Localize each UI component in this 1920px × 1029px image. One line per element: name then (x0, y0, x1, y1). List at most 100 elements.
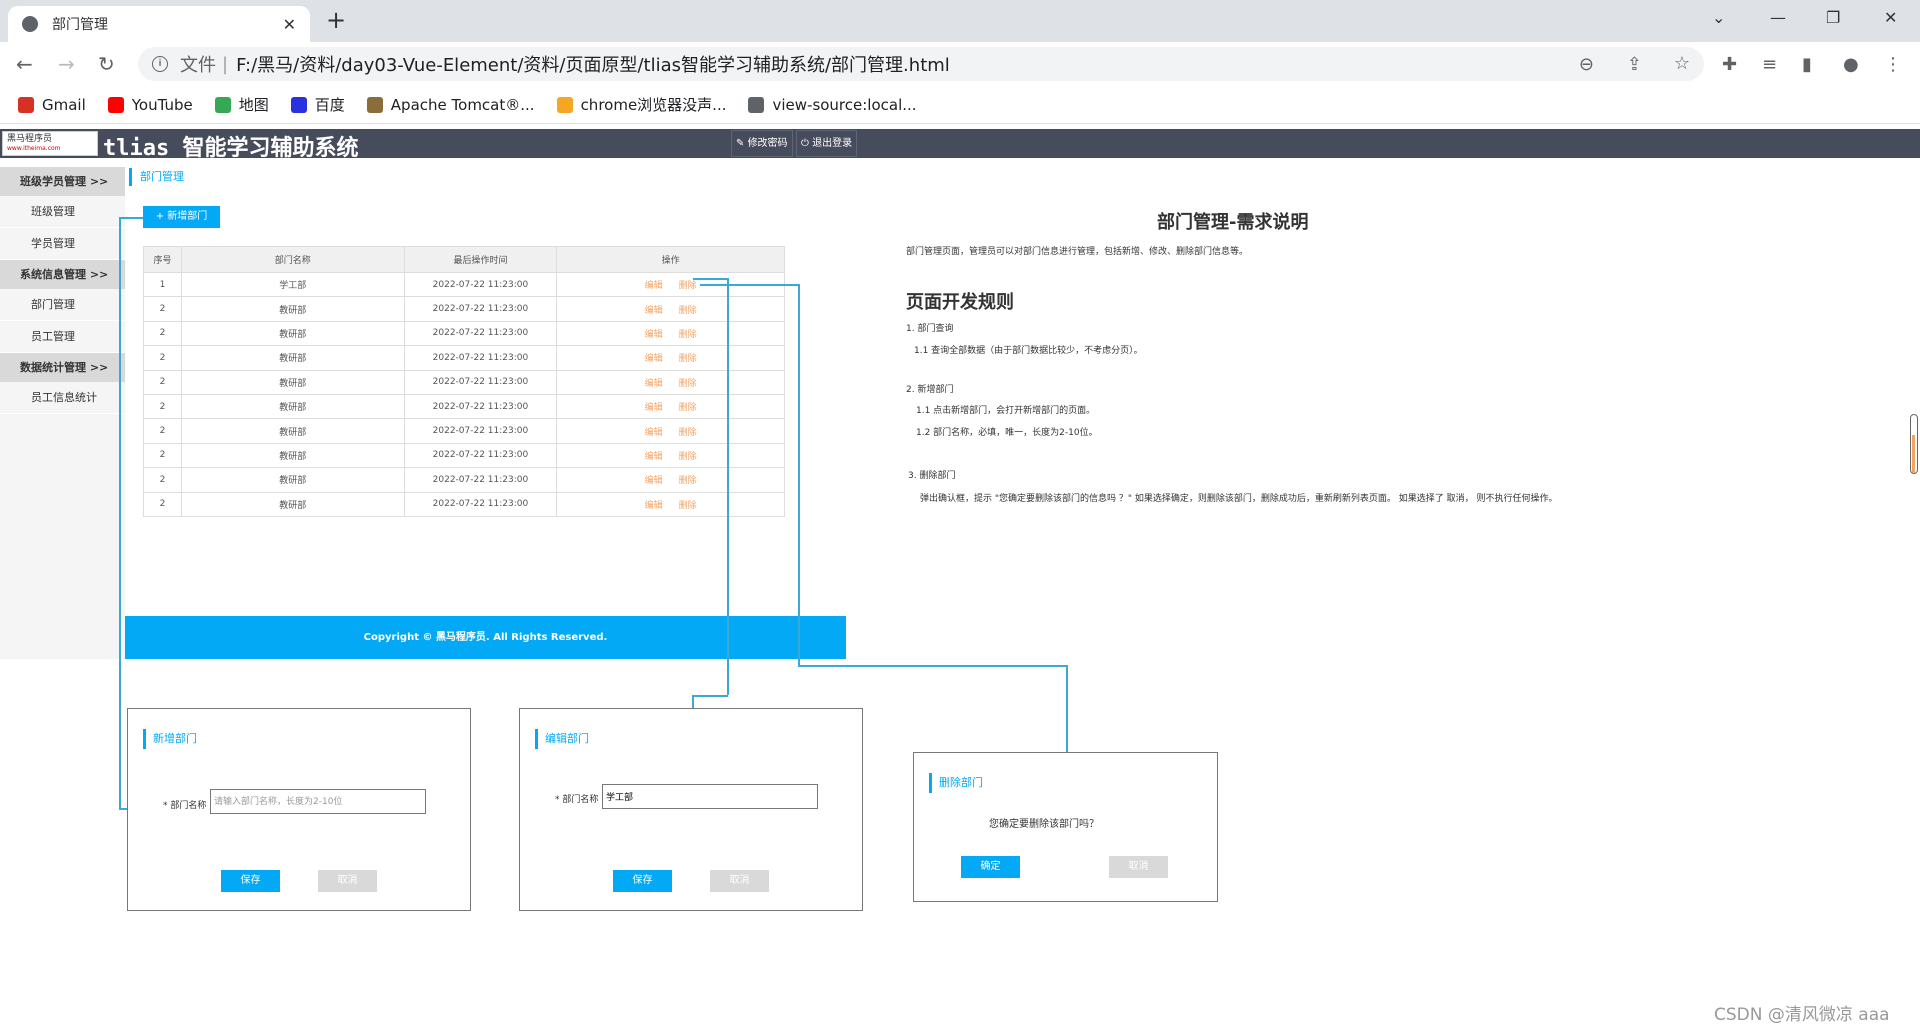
bookmark-item[interactable]: 地图 (214, 94, 269, 115)
table-cell: 教研部 (180, 491, 405, 517)
edit-link[interactable]: 编辑 (645, 452, 663, 462)
cancel-button[interactable]: 取消 (1109, 856, 1168, 878)
connector-line (119, 217, 121, 808)
extensions-icon[interactable]: ✚ (1722, 54, 1737, 75)
doc-line: 1.2 部门名称，必填，唯一，长度为2-10位。 (916, 428, 1098, 438)
close-tab-icon[interactable]: ✕ (283, 15, 296, 34)
restore-icon[interactable]: ❐ (1826, 8, 1840, 27)
logout-button[interactable]: ⏻ 退出登录 (796, 130, 858, 157)
footer: Copyright © 黑马程序员. All Rights Reserved. (125, 616, 846, 659)
sidebar-item[interactable]: 班级管理 (0, 196, 125, 228)
bookmark-icon (290, 96, 307, 113)
bookmark-icon (366, 96, 383, 113)
actions-cell: 编辑 删除 (556, 491, 785, 517)
minimize-icon[interactable]: — (1770, 8, 1786, 27)
field-label: * 部门名称 (555, 795, 599, 805)
forward-icon[interactable]: → (58, 52, 75, 76)
bookmarks-bar: Gmail YouTube 地图 百度 Apache Tomcat®... chrome浏… (0, 86, 1920, 124)
bookmark-label: 百度 (314, 96, 345, 114)
edit-link[interactable]: 编辑 (645, 379, 663, 389)
confirm-button[interactable]: 确定 (961, 856, 1020, 878)
delete-link[interactable]: 删除 (679, 379, 697, 389)
back-icon[interactable]: ← (16, 52, 33, 76)
zoom-icon[interactable]: ⊖ (1579, 54, 1594, 75)
bookmark-label: 地图 (238, 96, 269, 114)
delete-link[interactable]: 删除 (679, 501, 697, 511)
close-window-icon[interactable]: ✕ (1884, 8, 1897, 27)
media-icon[interactable]: ≡ (1762, 54, 1777, 75)
edit-link[interactable]: 编辑 (645, 306, 663, 316)
change-password-button[interactable]: ✎ 修改密码 (731, 130, 793, 157)
bookmark-item[interactable]: Apache Tomcat®... (366, 96, 535, 114)
delete-link[interactable]: 删除 (679, 476, 697, 486)
menu-icon[interactable]: ⋮ (1884, 54, 1902, 75)
table-row: 2 教研部 2022-07-22 11:23:00 编辑 删除 (143, 345, 785, 371)
delete-link[interactable]: 删除 (679, 306, 697, 316)
scrollbar[interactable] (1910, 414, 1918, 474)
tab-title: 部门管理 (52, 17, 108, 33)
edit-link[interactable]: 编辑 (645, 501, 663, 511)
table-cell: 2022-07-22 11:23:00 (403, 271, 558, 298)
info-icon[interactable]: i (152, 56, 168, 72)
edit-link[interactable]: 编辑 (645, 403, 663, 413)
doc-line: 1.1 查询全部数据（由于部门数据比较少，不考虑分页）。 (914, 346, 1143, 356)
breadcrumb: 部门管理 (129, 168, 184, 186)
table-row: 2 教研部 2022-07-22 11:23:00 编辑 删除 (143, 369, 785, 395)
edit-link[interactable]: 编辑 (645, 281, 663, 291)
side-panel-icon[interactable]: ▮ (1802, 54, 1812, 75)
save-button[interactable]: 保存 (221, 870, 280, 892)
add-department-button[interactable]: + 新增部门 (143, 206, 220, 228)
bookmark-star-icon[interactable]: ☆ (1674, 53, 1690, 74)
department-name-input[interactable] (602, 784, 818, 809)
tab-search-icon[interactable]: ⌄ (1712, 8, 1725, 27)
table-cell: 教研部 (180, 393, 405, 420)
reload-icon[interactable]: ↻ (98, 52, 115, 76)
edit-link[interactable]: 编辑 (645, 354, 663, 364)
delete-link[interactable]: 删除 (679, 330, 697, 340)
table-cell: 教研部 (180, 369, 405, 395)
edit-link[interactable]: 编辑 (645, 476, 663, 486)
connector-line (798, 665, 1066, 667)
sidebar-item[interactable]: 部门管理 (0, 289, 125, 321)
bookmark-item[interactable]: Gmail (18, 96, 86, 114)
bookmark-item[interactable]: 百度 (290, 94, 345, 115)
table-cell: 教研部 (180, 418, 405, 444)
table-cell: 教研部 (180, 442, 405, 469)
sidebar-group[interactable]: 班级学员管理 >> (0, 167, 125, 196)
edit-link[interactable]: 编辑 (645, 428, 663, 438)
table-row: 2 教研部 2022-07-22 11:23:00 编辑 删除 (143, 320, 785, 347)
bookmark-item[interactable]: view-source:local... (748, 96, 917, 114)
sidebar: 班级学员管理 >> 班级管理 学员管理 系统信息管理 >> 部门管理 员工管理 数据统计管理… (0, 167, 125, 659)
table-cell: 2 (143, 296, 182, 322)
table-cell: 2 (143, 369, 182, 395)
sidebar-item[interactable]: 学员管理 (0, 228, 125, 260)
table-cell: 2022-07-22 11:23:00 (403, 296, 558, 322)
delete-link[interactable]: 删除 (679, 452, 697, 462)
browser-tab[interactable]: 部门管理 ✕ (8, 6, 310, 42)
share-icon[interactable]: ⇪ (1627, 54, 1642, 75)
sidebar-group[interactable]: 系统信息管理 >> (0, 260, 125, 289)
delete-department-dialog: 删除部门 您确定要删除该部门吗？ 确定 取消 (913, 752, 1218, 902)
delete-link[interactable]: 删除 (679, 281, 697, 291)
delete-link[interactable]: 删除 (679, 354, 697, 364)
sidebar-group[interactable]: 数据统计管理 >> (0, 353, 125, 382)
profile-avatar[interactable]: ● (1843, 54, 1859, 75)
delete-link[interactable]: 删除 (679, 428, 697, 438)
doc-line: 1. 部门查询 (906, 324, 954, 334)
sidebar-item[interactable]: 员工信息统计 (0, 382, 125, 414)
cancel-button[interactable]: 取消 (710, 870, 769, 892)
connector-line (119, 217, 143, 219)
edit-link[interactable]: 编辑 (645, 330, 663, 340)
sidebar-item[interactable]: 员工管理 (0, 321, 125, 353)
new-tab-icon[interactable]: + (326, 6, 346, 34)
bookmark-item[interactable]: chrome浏览器没声... (556, 94, 726, 115)
scrollbar-thumb[interactable] (1912, 435, 1915, 473)
department-name-input[interactable] (210, 789, 426, 814)
field-label: * 部门名称 (163, 801, 207, 811)
delete-link[interactable]: 删除 (679, 403, 697, 413)
address-bar[interactable]: i 文件 | F:/黑马/资料/day03-Vue-Element/资料/页面原… (138, 47, 1704, 81)
cancel-button[interactable]: 取消 (318, 870, 377, 892)
url-text[interactable]: F:/黑马/资料/day03-Vue-Element/资料/页面原型/tlias… (236, 51, 950, 77)
bookmark-item[interactable]: YouTube (107, 96, 193, 114)
save-button[interactable]: 保存 (613, 870, 672, 892)
